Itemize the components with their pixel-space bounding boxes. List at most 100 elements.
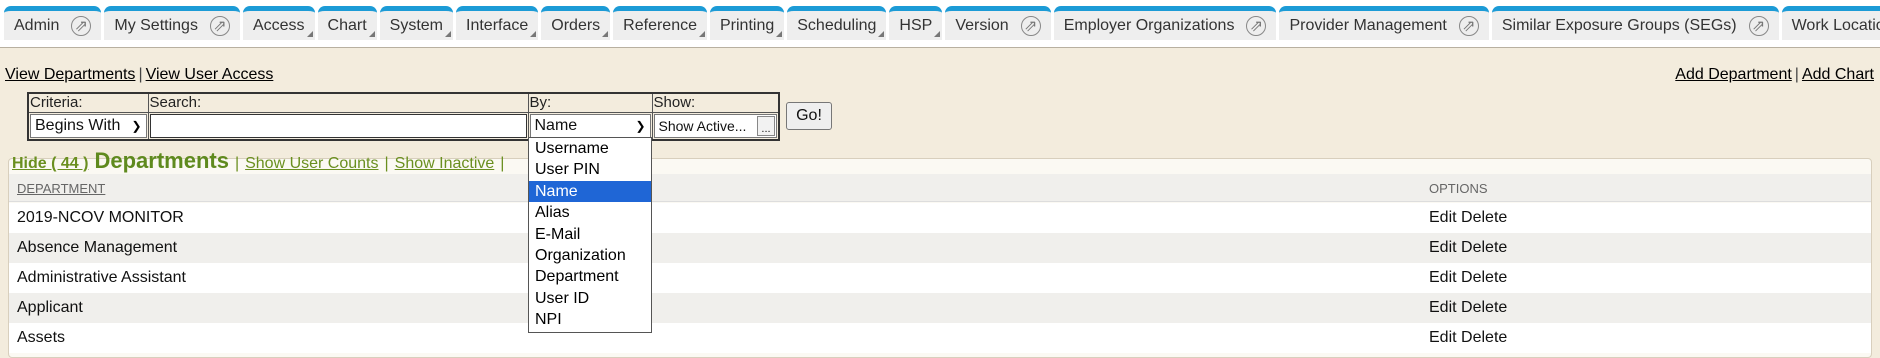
delete-link[interactable]: Delete	[1461, 209, 1507, 226]
by-option-email[interactable]: E-Mail	[529, 224, 651, 245]
search-input[interactable]	[149, 113, 527, 138]
tab-version[interactable]: Version ⇗	[945, 6, 1051, 40]
top-nav-bar: Admin ⇗ My Settings ⇗ Access Chart System Inter…	[0, 0, 1880, 48]
table-row: Assets Edit Delete	[9, 323, 1871, 353]
delete-link[interactable]: Delete	[1461, 269, 1507, 286]
table-header: DEPARTMENT OPTIONS	[9, 174, 1871, 202]
tab-chart[interactable]: Chart	[317, 6, 377, 40]
view-departments-link[interactable]: View Departments	[5, 66, 135, 83]
by-label: By:	[527, 92, 653, 113]
department-name: Assets	[17, 329, 66, 346]
hide-toggle-link[interactable]: Hide ( 44 )	[12, 155, 88, 173]
edit-link[interactable]: Edit	[1429, 329, 1457, 346]
by-option-user-pin[interactable]: User PIN	[529, 159, 651, 180]
edit-link[interactable]: Edit	[1429, 239, 1457, 256]
table-row: 2019-NCOV MONITOR Edit Delete	[9, 203, 1871, 233]
tab-label: Access	[252, 16, 305, 34]
header-links-left: View Departments | View User Access	[5, 66, 273, 84]
tab-label: Interface	[466, 16, 529, 34]
department-name: Absence Management	[17, 239, 178, 256]
chevron-down-icon: ❯	[131, 118, 142, 133]
tab-work-locations[interactable]: Work Locations⇗	[1781, 6, 1880, 40]
by-option-department[interactable]: Department	[529, 266, 651, 287]
by-option-organization[interactable]: Organization	[529, 245, 651, 266]
show-user-counts-link[interactable]: Show User Counts	[245, 155, 378, 173]
header-links-right: Add Department | Add Chart	[1675, 66, 1874, 84]
show-select-value: Show Active...	[658, 117, 747, 134]
add-chart-link[interactable]: Add Chart	[1802, 66, 1874, 83]
by-option-username[interactable]: Username	[529, 138, 651, 159]
tab-label: My Settings	[114, 16, 198, 34]
criteria-select[interactable]: Begins With ❯	[30, 113, 147, 138]
delete-link[interactable]: Delete	[1461, 299, 1507, 316]
tab-printing[interactable]: Printing	[710, 6, 785, 40]
panel-title: Departments	[94, 148, 229, 173]
open-external-icon[interactable]: ⇗	[1020, 15, 1041, 36]
by-option-npi[interactable]: NPI	[529, 309, 651, 330]
tab-similar-exposure-groups[interactable]: Similar Exposure Groups (SEGs) ⇗	[1491, 6, 1779, 40]
tab-admin[interactable]: Admin ⇗	[4, 6, 102, 40]
by-select-value: Name	[534, 116, 578, 134]
tab-orders[interactable]: Orders	[541, 6, 611, 40]
tab-system[interactable]: System	[379, 6, 453, 40]
department-name: Administrative Assistant	[17, 269, 186, 286]
tab-label: Chart	[327, 16, 367, 34]
by-select[interactable]: Name ❯	[529, 113, 651, 138]
tab-label: Similar Exposure Groups (SEGs)	[1501, 16, 1737, 34]
tab-label: Admin	[14, 16, 60, 34]
show-options-button[interactable]: ...	[757, 115, 775, 136]
by-option-name[interactable]: Name	[529, 180, 651, 203]
delete-link[interactable]: Delete	[1461, 329, 1507, 346]
edit-link[interactable]: Edit	[1429, 209, 1457, 226]
criteria-select-value: Begins With	[35, 116, 121, 134]
search-criteria-table: Criteria: Search: By: Show: Begins With ❯…	[27, 92, 780, 141]
add-department-link[interactable]: Add Department	[1675, 66, 1792, 83]
delete-link[interactable]: Delete	[1461, 239, 1507, 256]
open-external-icon[interactable]: ⇗	[71, 15, 92, 36]
open-external-icon[interactable]: ⇗	[1246, 15, 1267, 36]
show-inactive-link[interactable]: Show Inactive	[395, 155, 495, 173]
search-label: Search:	[147, 92, 529, 113]
link-separator: |	[138, 66, 143, 83]
department-name: 2019-NCOV MONITOR	[17, 209, 184, 226]
open-external-icon[interactable]: ⇗	[1458, 15, 1479, 36]
go-button[interactable]: Go!	[786, 102, 832, 130]
tab-label: Version	[955, 16, 1009, 34]
view-user-access-link[interactable]: View User Access	[146, 66, 274, 83]
dropdown-corner-icon	[776, 31, 783, 37]
edit-link[interactable]: Edit	[1429, 299, 1457, 316]
open-external-icon[interactable]: ⇗	[209, 15, 230, 36]
tab-scheduling[interactable]: Scheduling	[787, 6, 887, 40]
edit-link[interactable]: Edit	[1429, 269, 1457, 286]
tab-label: HSP	[899, 16, 933, 34]
tab-my-settings[interactable]: My Settings ⇗	[104, 6, 240, 40]
dropdown-corner-icon	[934, 31, 941, 37]
dropdown-corner-icon	[602, 31, 609, 37]
tab-interface[interactable]: Interface	[456, 6, 539, 40]
open-external-icon[interactable]: ⇗	[1748, 15, 1769, 36]
table-row: Administrative Assistant Edit Delete	[9, 263, 1871, 293]
column-header-department[interactable]: DEPARTMENT	[17, 181, 105, 196]
show-select[interactable]: Show Active......	[653, 113, 777, 138]
tab-label: Printing	[720, 16, 775, 34]
tab-provider-management[interactable]: Provider Management ⇗	[1279, 6, 1489, 40]
tab-label: Scheduling	[797, 16, 877, 34]
tab-label: Employer Organizations	[1063, 16, 1235, 34]
table-row: Applicant Edit Delete	[9, 293, 1871, 323]
by-option-alias[interactable]: Alias	[529, 202, 651, 223]
tab-access[interactable]: Access	[242, 6, 315, 40]
tab-hsp[interactable]: HSP	[889, 6, 943, 40]
tab-reference[interactable]: Reference	[613, 6, 707, 40]
dropdown-corner-icon	[699, 31, 705, 37]
show-label: Show:	[651, 92, 780, 113]
tab-label: System	[389, 16, 443, 34]
tab-employer-organizations[interactable]: Employer Organizations ⇗	[1053, 6, 1277, 40]
title-separator: |	[234, 155, 240, 172]
dropdown-corner-icon	[530, 31, 537, 37]
by-option-user-id[interactable]: User ID	[529, 288, 651, 309]
tab-label: Orders	[551, 16, 601, 34]
by-dropdown-list: Username User PIN Name Alias E-Mail Orga…	[528, 137, 652, 333]
chevron-down-icon: ❯	[635, 118, 646, 133]
table-row: Absence Management Edit Delete	[9, 233, 1871, 263]
criteria-label: Criteria:	[27, 92, 149, 113]
